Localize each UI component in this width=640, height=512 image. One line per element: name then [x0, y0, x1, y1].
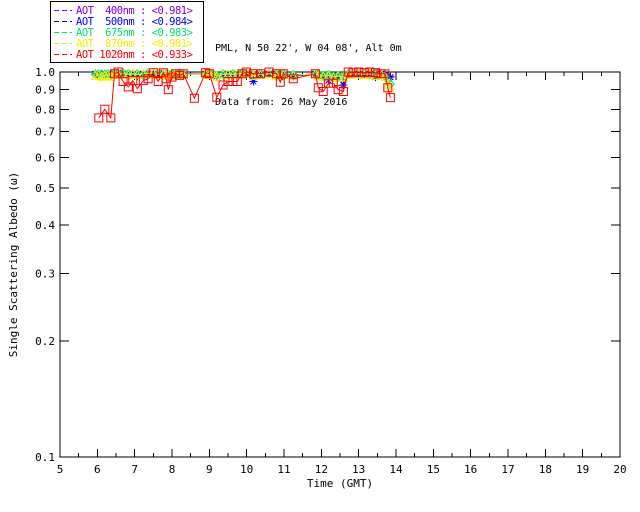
x-tick-label: 19 — [576, 463, 589, 476]
x-tick-label: 15 — [427, 463, 440, 476]
x-tick-label: 5 — [57, 463, 64, 476]
y-tick-label: 0.5 — [35, 182, 55, 195]
axes — [59, 71, 621, 458]
x-axis-title: Time (GMT) — [307, 477, 373, 490]
ssa-plot-screen: AOT 400nm : <0.981> AOT 500nm : <0.984> AO… — [0, 0, 640, 512]
x-tick-label: 14 — [389, 463, 403, 476]
x-tick-label: 13 — [352, 463, 365, 476]
y-tick-label: 0.4 — [35, 219, 55, 232]
y-axis-title: Single Scattering Albedo (ω) — [7, 172, 20, 357]
x-tick-label: 12 — [315, 463, 328, 476]
x-tick-label: 18 — [539, 463, 552, 476]
y-tick-label: 0.6 — [35, 151, 55, 164]
x-tick-label: 7 — [131, 463, 138, 476]
y-tick-label: 0.7 — [35, 126, 55, 139]
x-tick-label: 16 — [464, 463, 477, 476]
plot-frame — [59, 71, 621, 458]
y-tick-label: 0.9 — [35, 84, 55, 97]
x-tick-label: 9 — [206, 463, 213, 476]
x-tick-label: 20 — [613, 463, 626, 476]
y-tick-label: 1.0 — [35, 66, 55, 79]
y-tick-label: 0.2 — [35, 335, 55, 348]
y-tick-label: 0.1 — [35, 451, 55, 464]
y-tick-label: 0.8 — [35, 103, 55, 116]
ssa-chart: 5 6 7 8 9 10 11 12 13 14 15 16 17 18 19 20 1.0 0.9 0.8 0.7 0… — [7, 66, 627, 490]
x-tick-label: 8 — [169, 463, 176, 476]
y-tick-label: 0.3 — [35, 267, 55, 280]
x-tick-label: 11 — [277, 463, 290, 476]
x-tick-label: 10 — [240, 463, 253, 476]
x-tick-label: 17 — [501, 463, 514, 476]
x-tick-label: 6 — [94, 463, 101, 476]
